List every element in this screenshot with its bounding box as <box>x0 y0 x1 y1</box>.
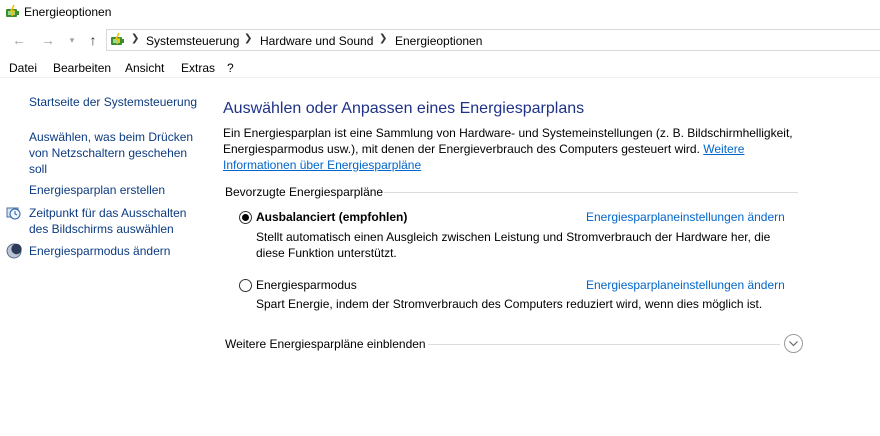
plan-power-saver-description: Spart Energie, indem der Stromverbrauch … <box>256 297 763 311</box>
menu-help[interactable]: ? <box>227 61 234 75</box>
plan-balanced-settings-link[interactable]: Energiesparplaneinstellungen ändern <box>586 210 785 224</box>
plan-power-saver-name[interactable]: Energiesparmodus <box>256 278 357 292</box>
page-title: Auswählen oder Anpassen eines Energiespa… <box>223 100 585 117</box>
plan-power-saver-radio[interactable] <box>239 279 252 292</box>
menu-file[interactable]: Datei <box>9 61 37 75</box>
clock-monitor-icon <box>6 207 21 220</box>
menu-bar: Datei Bearbeiten Ansicht Extras ? <box>0 58 880 78</box>
arrow-left-icon[interactable]: ← <box>11 32 27 48</box>
breadcrumb-item[interactable]: Systemsteuerung <box>146 34 239 48</box>
sidebar-item-display-timeout[interactable]: Zeitpunkt für das Ausschalten des Bildsc… <box>29 205 186 237</box>
chevron-down-circle-icon[interactable] <box>784 334 803 353</box>
plan-balanced-name[interactable]: Ausbalanciert (empfohlen) <box>256 210 407 224</box>
sidebar-item-power-buttons[interactable]: Auswählen, was beim Drücken von Netzscha… <box>29 129 193 177</box>
menu-tools[interactable]: Extras <box>181 61 215 75</box>
sidebar-item-create-plan[interactable]: Energiesparplan erstellen <box>29 182 165 198</box>
arrow-up-icon[interactable]: ↑ <box>85 32 101 48</box>
breadcrumb-item[interactable]: Energieoptionen <box>395 34 482 48</box>
breadcrumb-item[interactable]: Hardware und Sound <box>260 34 373 48</box>
breadcrumb-separator-icon[interactable]: ❯ <box>244 33 252 44</box>
sidebar-item-sleep-mode[interactable]: Energiesparmodus ändern <box>29 243 170 259</box>
menu-edit[interactable]: Bearbeiten <box>53 61 111 75</box>
divider <box>384 192 798 193</box>
plan-balanced-radio[interactable] <box>239 211 252 224</box>
divider <box>428 344 780 345</box>
window-title: Energieoptionen <box>24 5 112 19</box>
plan-power-saver-settings-link[interactable]: Energiesparplaneinstellungen ändern <box>586 278 785 292</box>
menu-view[interactable]: Ansicht <box>125 61 164 75</box>
navigation-bar: ← → ▾ ↑ ❯ Systemsteuerung ❯ Hardware und… <box>0 26 880 54</box>
title-bar: Energieoptionen <box>0 0 880 26</box>
power-options-icon <box>111 32 124 45</box>
power-options-icon <box>6 4 19 17</box>
chevron-down-icon[interactable]: ▾ <box>64 32 80 48</box>
plan-balanced-description: Stellt automatisch einen Ausgleich zwisc… <box>256 230 771 260</box>
breadcrumb-separator-icon[interactable]: ❯ <box>379 33 387 44</box>
show-more-plans-label[interactable]: Weitere Energiesparpläne einblenden <box>225 337 426 351</box>
breadcrumb-separator-icon[interactable]: ❯ <box>131 33 139 44</box>
preferred-plans-label: Bevorzugte Energiesparpläne <box>225 185 384 199</box>
page-description: Ein Energiesparplan ist eine Sammlung vo… <box>223 125 803 173</box>
sidebar-item-control-panel-home[interactable]: Startseite der Systemsteuerung <box>29 94 197 110</box>
arrow-right-icon[interactable]: → <box>40 32 56 48</box>
moon-icon <box>6 243 22 259</box>
address-bar[interactable]: ❯ Systemsteuerung ❯ Hardware und Sound ❯… <box>106 29 880 51</box>
